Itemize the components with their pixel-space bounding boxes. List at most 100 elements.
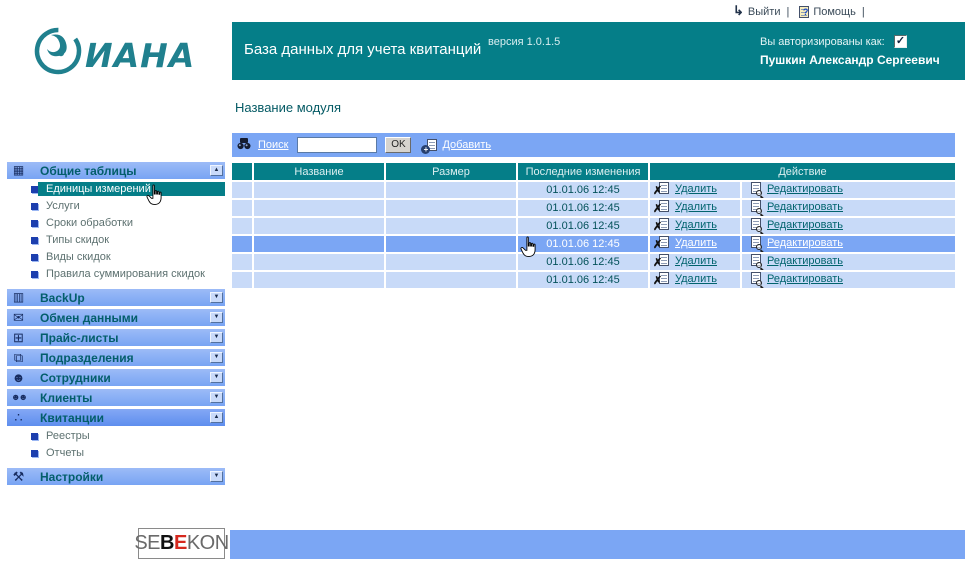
collapse-button[interactable]: ▼ <box>210 352 223 363</box>
collapse-button[interactable]: ▼ <box>210 312 223 323</box>
bullet-icon <box>31 220 38 227</box>
table-region: Название Размер Последние изменения Дейс… <box>230 161 957 290</box>
delete-icon: ✗ <box>655 254 669 267</box>
sidebar-item-label: Единицы измерений <box>38 182 225 196</box>
search-input[interactable] <box>297 137 377 153</box>
top-links-bar: ↳ Выйти | ? Помощь | <box>733 4 865 20</box>
sidebar-section-label: BackUp <box>40 291 85 305</box>
delete-link[interactable]: ✗Удалить <box>655 182 717 195</box>
collapse-button[interactable]: ▲ <box>210 412 223 423</box>
data-table: Название Размер Последние изменения Дейс… <box>230 161 957 290</box>
sidebar-section-employees[interactable]: ☻Сотрудники▼ <box>7 369 225 386</box>
edit-magnifier-icon <box>747 218 761 231</box>
sidebar-section-data-exchange[interactable]: ✉Обмен данными▼ <box>7 309 225 326</box>
edit-link[interactable]: Редактировать <box>747 272 843 285</box>
collapse-button[interactable]: ▲ <box>210 165 223 176</box>
authorized-checkbox[interactable]: ✓ <box>894 35 907 48</box>
sidebar-section-receipts[interactable]: ∴ Квитанции ▲ <box>7 409 225 426</box>
collapse-button[interactable]: ▼ <box>210 292 223 303</box>
bullet-icon <box>31 237 38 244</box>
table-row[interactable]: 01.01.06 12:45✗УдалитьРедактировать <box>232 218 955 234</box>
people-icon: ☻☻ <box>10 391 27 404</box>
delete-link[interactable]: ✗Удалить <box>655 200 717 213</box>
column-header-size: Размер <box>386 163 516 180</box>
sidebar-item-label: Услуги <box>38 199 225 213</box>
cell-delete: ✗Удалить <box>650 218 740 234</box>
delete-icon: ✗ <box>655 218 669 231</box>
delete-link[interactable]: ✗Удалить <box>655 254 717 267</box>
sidebar-item-label: Типы скидок <box>38 233 225 247</box>
add-link[interactable]: Добавить <box>442 139 491 151</box>
exit-label: Выйти <box>748 6 781 18</box>
cell-edit: Редактировать <box>742 254 955 270</box>
sidebar-item-processing-terms[interactable]: Сроки обработки <box>31 216 225 230</box>
delete-link[interactable]: ✗Удалить <box>655 272 717 285</box>
calculator-icon: ⊞ <box>10 331 27 344</box>
cell-size <box>386 272 516 288</box>
edit-link[interactable]: Редактировать <box>747 200 843 213</box>
separator: | <box>862 6 865 18</box>
table-row[interactable]: 01.01.06 12:45 ✗Удалить Редактировать <box>232 254 955 270</box>
exit-arrow-icon: ↳ <box>733 3 744 19</box>
collapse-button[interactable]: ▼ <box>210 392 223 403</box>
edit-link[interactable]: Редактировать <box>747 182 843 195</box>
sidebar-item-label: Виды скидок <box>38 250 225 264</box>
collapse-button[interactable]: ▼ <box>210 332 223 343</box>
sidebar-section-settings[interactable]: ⚒Настройки▼ <box>7 468 225 485</box>
cell-modified: 01.01.06 12:45 <box>518 182 648 198</box>
table-row[interactable]: 01.01.06 12:45 ✗Удалить Редактировать <box>232 236 955 252</box>
edit-magnifier-icon <box>747 254 761 267</box>
cell-selector <box>232 182 252 198</box>
edit-link[interactable]: Редактировать <box>747 218 843 231</box>
cell-delete: ✗Удалить <box>650 236 740 252</box>
sidebar-section-clients[interactable]: ☻☻Клиенты▼ <box>7 389 225 406</box>
edit-link[interactable]: Редактировать <box>747 254 843 267</box>
sidebar-item-label: Реестры <box>38 429 225 443</box>
sidebar-section-general-tables[interactable]: ▦Общие таблицы▲ <box>7 162 225 179</box>
cell-modified: 01.01.06 12:45 <box>518 236 648 252</box>
sidebar-item-registries[interactable]: Реестры <box>31 429 225 443</box>
app-banner: База данных для учета квитанций версия 1… <box>232 22 965 80</box>
bullet-icon <box>31 203 38 210</box>
sidebar-section-label: Квитанции <box>40 411 104 425</box>
cell-edit: Редактировать <box>742 200 955 216</box>
sidebar-section-items: Единицы измерений Услуги Сроки обработки Ти… <box>7 182 225 281</box>
sidebar-section-label: Прайс-листы <box>40 331 118 345</box>
sidebar-section-price-lists[interactable]: ⊞ Прайс-листы ▼ <box>7 329 225 346</box>
exit-link[interactable]: ↳ Выйти <box>733 4 780 20</box>
table-row[interactable]: 01.01.06 12:45✗УдалитьРедактировать <box>232 272 955 288</box>
sidebar-item-discount-sum-rules[interactable]: Правила суммирования скидок <box>31 267 225 281</box>
edit-link[interactable]: Редактировать <box>747 236 843 249</box>
cell-modified: 01.01.06 12:45 <box>518 254 648 270</box>
sidebar-item-reports[interactable]: Отчеты <box>31 446 225 460</box>
column-header-name: Название <box>254 163 384 180</box>
mail-exchange-icon: ✉ <box>10 311 27 324</box>
table-row[interactable]: 01.01.06 12:45 ✗Удалить Редактировать <box>232 182 955 198</box>
sidebar-item-discount-kinds[interactable]: Виды скидок <box>31 250 225 264</box>
sidebar-section-items: Реестры Отчеты <box>7 429 225 460</box>
cell-name <box>254 200 384 216</box>
search-link[interactable]: Поиск <box>258 139 288 151</box>
cell-delete: ✗Удалить <box>650 272 740 288</box>
sidebar-item-units[interactable]: Единицы измерений <box>31 182 225 196</box>
bullet-icon <box>31 450 38 457</box>
delete-link[interactable]: ✗Удалить <box>655 218 717 231</box>
sebekon-segment: E <box>174 532 187 555</box>
sidebar-section-backup[interactable]: ▥BackUp▼ <box>7 289 225 306</box>
hierarchy-icon: ∴ <box>10 411 27 424</box>
column-header-modified: Последние изменения <box>518 163 648 180</box>
sidebar-section-departments[interactable]: ⧉Подразделения▼ <box>7 349 225 366</box>
bullet-icon <box>31 254 38 261</box>
ok-button[interactable]: OK <box>385 137 411 153</box>
collapse-button[interactable]: ▼ <box>210 471 223 482</box>
sebekon-segment: B <box>160 532 174 555</box>
cell-selector <box>232 236 252 252</box>
sidebar-section-label: Общие таблицы <box>40 164 137 178</box>
delete-link[interactable]: ✗Удалить <box>655 236 717 249</box>
table-row[interactable]: 01.01.06 12:45✗УдалитьРедактировать <box>232 200 955 216</box>
collapse-button[interactable]: ▼ <box>210 372 223 383</box>
delete-icon: ✗ <box>655 182 669 195</box>
sidebar-item-discount-types[interactable]: Типы скидок <box>31 233 225 247</box>
help-link[interactable]: ? Помощь <box>795 6 856 19</box>
sidebar-item-services[interactable]: Услуги <box>31 199 225 213</box>
